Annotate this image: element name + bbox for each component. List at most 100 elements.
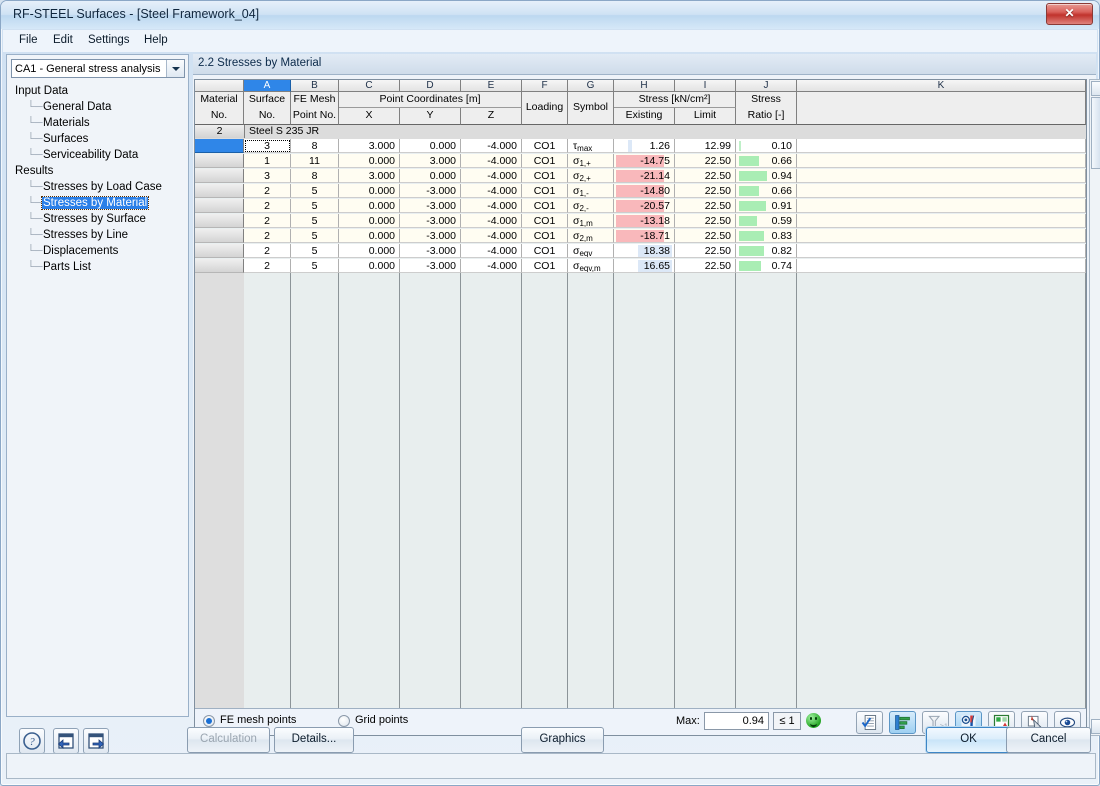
cell-coord-y[interactable]: -3.000 — [400, 244, 461, 258]
cell-fe-mesh-point-no[interactable]: 8 — [291, 139, 339, 153]
cancel-button[interactable]: Cancel — [1006, 727, 1091, 753]
menu-item-edit[interactable]: Edit — [47, 33, 79, 50]
column-letter-I[interactable]: I — [675, 80, 736, 92]
graphics-button[interactable]: Graphics — [521, 727, 604, 753]
cell-coord-x[interactable]: 0.000 — [339, 244, 400, 258]
cell-surface-no[interactable]: 2 — [244, 199, 291, 213]
cell-stress-ratio[interactable]: 0.91 — [736, 199, 797, 213]
scrollbar-thumb[interactable] — [1091, 97, 1100, 169]
cell-coord-y[interactable]: -3.000 — [400, 199, 461, 213]
cell-surface-no[interactable]: 2 — [244, 229, 291, 243]
cell-coord-x[interactable]: 3.000 — [339, 169, 400, 183]
cell-stress-symbol[interactable]: σ2,m — [568, 229, 614, 243]
chevron-down-icon[interactable] — [166, 60, 184, 77]
cell-coord-y[interactable]: 0.000 — [400, 169, 461, 183]
cell-surface-no[interactable]: 2 — [244, 244, 291, 258]
cell-fe-mesh-point-no[interactable]: 11 — [291, 154, 339, 168]
cell-stress-existing[interactable]: -13.18 — [614, 214, 675, 228]
cell-stress-ratio[interactable]: 0.74 — [736, 259, 797, 273]
cell-surface-no[interactable]: 2 — [244, 184, 291, 198]
cell-stress-ratio[interactable]: 0.59 — [736, 214, 797, 228]
cell-stress-existing[interactable]: -18.71 — [614, 229, 675, 243]
cell-stress-symbol[interactable]: σ1,- — [568, 184, 614, 198]
cell-coord-x[interactable]: 0.000 — [339, 259, 400, 273]
cell-stress-existing[interactable]: -20.57 — [614, 199, 675, 213]
sidebar-item-stresses-by-line[interactable]: └─Stresses by Line — [27, 229, 129, 245]
row-header[interactable] — [195, 244, 244, 258]
cell-coord-y[interactable]: -3.000 — [400, 259, 461, 273]
cell-coord-z[interactable]: -4.000 — [461, 199, 522, 213]
cell-loading[interactable]: CO1 — [522, 154, 568, 168]
cell-fe-mesh-point-no[interactable]: 5 — [291, 229, 339, 243]
sidebar-item-displacements[interactable]: └─Displacements — [27, 245, 119, 261]
cell-surface-no[interactable]: 3 — [244, 169, 291, 183]
cell-surface-no[interactable]: 1 — [244, 154, 291, 168]
cell-fe-mesh-point-no[interactable]: 8 — [291, 169, 339, 183]
cell-coord-z[interactable]: -4.000 — [461, 229, 522, 243]
table-row[interactable]: 2 5 0.000 -3.000 -4.000 CO1 σeqv,m 16.65 22.50 0.… — [195, 259, 1086, 274]
sidebar-item-general-data[interactable]: └─General Data — [27, 101, 112, 117]
cell-surface-no[interactable]: 3 — [244, 139, 291, 153]
cell-stress-limit[interactable]: 22.50 — [675, 259, 736, 273]
cell-coord-x[interactable]: 0.000 — [339, 184, 400, 198]
cell-coord-x[interactable]: 0.000 — [339, 154, 400, 168]
cell-stress-ratio[interactable]: 0.82 — [736, 244, 797, 258]
cell-coord-z[interactable]: -4.000 — [461, 154, 522, 168]
row-header[interactable] — [195, 229, 244, 243]
ok-button[interactable]: OK — [926, 727, 1011, 753]
cell-column-k[interactable] — [797, 199, 1086, 213]
cell-stress-ratio[interactable]: 0.66 — [736, 154, 797, 168]
cell-stress-existing[interactable]: -14.75 — [614, 154, 675, 168]
cell-stress-symbol[interactable]: σeqv,m — [568, 259, 614, 273]
table-row[interactable]: 2 5 0.000 -3.000 -4.000 CO1 σ2,- -20.57 22.50 0.9… — [195, 199, 1086, 214]
sidebar-item-surfaces[interactable]: └─Surfaces — [27, 133, 89, 149]
cell-stress-limit[interactable]: 22.50 — [675, 154, 736, 168]
cell-fe-mesh-point-no[interactable]: 5 — [291, 184, 339, 198]
menu-item-settings[interactable]: Settings — [82, 33, 136, 50]
table-row[interactable]: 3 8 3.000 0.000 -4.000 CO1 τmax 1.26 12.99 0.10 — [195, 139, 1086, 154]
cell-column-k[interactable] — [797, 184, 1086, 198]
cell-fe-mesh-point-no[interactable]: 5 — [291, 244, 339, 258]
cell-stress-limit[interactable]: 22.50 — [675, 244, 736, 258]
sidebar-item-serviceability-data[interactable]: └─Serviceability Data — [27, 149, 139, 165]
cell-stress-existing[interactable]: 18.38 — [614, 244, 675, 258]
cell-coord-z[interactable]: -4.000 — [461, 259, 522, 273]
cell-coord-x[interactable]: 3.000 — [339, 139, 400, 153]
column-letter-C[interactable]: C — [339, 80, 400, 92]
cell-coord-y[interactable]: -3.000 — [400, 214, 461, 228]
table-row[interactable]: 2 5 0.000 -3.000 -4.000 CO1 σ1,m -13.18 22.50 0.5… — [195, 214, 1086, 229]
cell-column-k[interactable] — [797, 259, 1086, 273]
cell-stress-limit[interactable]: 12.99 — [675, 139, 736, 153]
sidebar-item-parts-list[interactable]: └─Parts List — [27, 261, 92, 277]
column-letter-K[interactable]: K — [797, 80, 1086, 92]
cell-coord-y[interactable]: -3.000 — [400, 184, 461, 198]
cell-stress-existing[interactable]: 16.65 — [614, 259, 675, 273]
column-letter-F[interactable]: F — [522, 80, 568, 92]
cell-fe-mesh-point-no[interactable]: 5 — [291, 199, 339, 213]
cell-stress-symbol[interactable]: τmax — [568, 139, 614, 153]
cell-column-k[interactable] — [797, 154, 1086, 168]
cell-stress-symbol[interactable]: σ1,+ — [568, 154, 614, 168]
column-letter-E[interactable]: E — [461, 80, 522, 92]
table-row[interactable]: 3 8 3.000 0.000 -4.000 CO1 σ2,+ -21.14 22.50 0.94 — [195, 169, 1086, 184]
table-vertical-scrollbar[interactable] — [1089, 79, 1100, 736]
column-letter-J[interactable]: J — [736, 80, 797, 92]
cell-loading[interactable]: CO1 — [522, 199, 568, 213]
cell-stress-ratio[interactable]: 0.10 — [736, 139, 797, 153]
cell-stress-limit[interactable]: 22.50 — [675, 169, 736, 183]
cell-loading[interactable]: CO1 — [522, 214, 568, 228]
sidebar-item-stresses-by-surface[interactable]: └─Stresses by Surface — [27, 213, 147, 229]
column-letter-G[interactable]: G — [568, 80, 614, 92]
table-row[interactable]: 2 5 0.000 -3.000 -4.000 CO1 σ2,m -18.71 22.50 0.8… — [195, 229, 1086, 244]
cell-stress-symbol[interactable]: σ1,m — [568, 214, 614, 228]
cell-coord-y[interactable]: -3.000 — [400, 229, 461, 243]
column-letter-B[interactable]: B — [291, 80, 339, 92]
cell-coord-x[interactable]: 0.000 — [339, 199, 400, 213]
cell-stress-ratio[interactable]: 0.94 — [736, 169, 797, 183]
cell-loading[interactable]: CO1 — [522, 184, 568, 198]
cell-coord-z[interactable]: -4.000 — [461, 214, 522, 228]
cell-stress-ratio[interactable]: 0.66 — [736, 184, 797, 198]
cell-stress-symbol[interactable]: σ2,+ — [568, 169, 614, 183]
sidebar-item-stresses-by-material[interactable]: └─Stresses by Material — [27, 196, 150, 213]
cell-stress-symbol[interactable]: σeqv — [568, 244, 614, 258]
